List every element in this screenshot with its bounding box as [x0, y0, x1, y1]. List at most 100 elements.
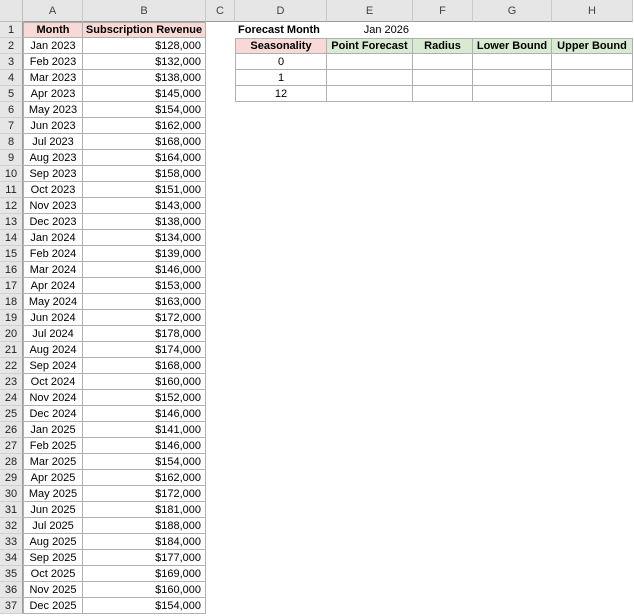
month-cell[interactable]: Apr 2024 [23, 278, 83, 294]
upper-bound-header[interactable]: Upper Bound [552, 38, 633, 54]
month-cell[interactable]: Feb 2023 [23, 54, 83, 70]
month-cell[interactable]: Sep 2024 [23, 358, 83, 374]
revenue-cell[interactable]: $141,000 [83, 422, 206, 438]
month-cell[interactable]: Oct 2023 [23, 182, 83, 198]
month-cell[interactable]: Feb 2024 [23, 246, 83, 262]
lower-bound-header[interactable]: Lower Bound [473, 38, 552, 54]
revenue-column-header[interactable]: Subscription Revenue [83, 22, 206, 38]
month-cell[interactable]: Feb 2025 [23, 438, 83, 454]
row-header-24[interactable]: 24 [0, 390, 23, 406]
column-header-b[interactable]: B [83, 0, 206, 22]
month-cell[interactable]: Jul 2023 [23, 134, 83, 150]
row-header-7[interactable]: 7 [0, 118, 23, 134]
revenue-cell[interactable]: $138,000 [83, 214, 206, 230]
month-cell[interactable]: Aug 2023 [23, 150, 83, 166]
revenue-cell[interactable]: $143,000 [83, 198, 206, 214]
month-cell[interactable]: Mar 2023 [23, 70, 83, 86]
seasonality-cell[interactable]: 12 [235, 86, 327, 102]
row-header-5[interactable]: 5 [0, 86, 23, 102]
revenue-cell[interactable]: $169,000 [83, 566, 206, 582]
revenue-cell[interactable]: $163,000 [83, 294, 206, 310]
revenue-cell[interactable]: $168,000 [83, 358, 206, 374]
revenue-cell[interactable]: $177,000 [83, 550, 206, 566]
column-header-g[interactable]: G [473, 0, 552, 22]
revenue-cell[interactable]: $164,000 [83, 150, 206, 166]
revenue-cell[interactable]: $174,000 [83, 342, 206, 358]
revenue-cell[interactable]: $158,000 [83, 166, 206, 182]
row-header-34[interactable]: 34 [0, 550, 23, 566]
forecast-empty-cell[interactable] [413, 54, 473, 70]
revenue-cell[interactable]: $172,000 [83, 310, 206, 326]
forecast-empty-cell[interactable] [552, 70, 633, 86]
revenue-cell[interactable]: $172,000 [83, 486, 206, 502]
column-header-c[interactable]: C [206, 0, 235, 22]
month-cell[interactable]: Jan 2024 [23, 230, 83, 246]
revenue-cell[interactable]: $162,000 [83, 470, 206, 486]
revenue-cell[interactable]: $151,000 [83, 182, 206, 198]
row-header-27[interactable]: 27 [0, 438, 23, 454]
row-header-16[interactable]: 16 [0, 262, 23, 278]
row-header-19[interactable]: 19 [0, 310, 23, 326]
row-header-31[interactable]: 31 [0, 502, 23, 518]
revenue-cell[interactable]: $184,000 [83, 534, 206, 550]
row-header-26[interactable]: 26 [0, 422, 23, 438]
month-cell[interactable]: Dec 2024 [23, 406, 83, 422]
row-header-32[interactable]: 32 [0, 518, 23, 534]
forecast-month-value[interactable]: Jan 2026 [327, 22, 413, 38]
seasonality-cell[interactable]: 0 [235, 54, 327, 70]
row-header-33[interactable]: 33 [0, 534, 23, 550]
row-header-22[interactable]: 22 [0, 358, 23, 374]
revenue-cell[interactable]: $162,000 [83, 118, 206, 134]
revenue-cell[interactable]: $178,000 [83, 326, 206, 342]
seasonality-header[interactable]: Seasonality [235, 38, 327, 54]
revenue-cell[interactable]: $132,000 [83, 54, 206, 70]
month-cell[interactable]: Nov 2024 [23, 390, 83, 406]
forecast-empty-cell[interactable] [327, 54, 413, 70]
forecast-empty-cell[interactable] [473, 54, 552, 70]
month-column-header[interactable]: Month [23, 22, 83, 38]
row-header-23[interactable]: 23 [0, 374, 23, 390]
month-cell[interactable]: Dec 2023 [23, 214, 83, 230]
row-header-3[interactable]: 3 [0, 54, 23, 70]
column-header-h[interactable]: H [552, 0, 633, 22]
seasonality-cell[interactable]: 1 [235, 70, 327, 86]
forecast-month-label[interactable]: Forecast Month [235, 22, 327, 38]
forecast-empty-cell[interactable] [413, 70, 473, 86]
revenue-cell[interactable]: $128,000 [83, 38, 206, 54]
revenue-cell[interactable]: $146,000 [83, 262, 206, 278]
month-cell[interactable]: Jul 2025 [23, 518, 83, 534]
row-header-12[interactable]: 12 [0, 198, 23, 214]
revenue-cell[interactable]: $134,000 [83, 230, 206, 246]
forecast-empty-cell[interactable] [552, 86, 633, 102]
revenue-cell[interactable]: $146,000 [83, 406, 206, 422]
revenue-cell[interactable]: $138,000 [83, 70, 206, 86]
row-header-28[interactable]: 28 [0, 454, 23, 470]
select-all-corner[interactable] [0, 0, 23, 22]
row-header-11[interactable]: 11 [0, 182, 23, 198]
revenue-cell[interactable]: $154,000 [83, 102, 206, 118]
revenue-cell[interactable]: $154,000 [83, 454, 206, 470]
row-header-9[interactable]: 9 [0, 150, 23, 166]
row-header-17[interactable]: 17 [0, 278, 23, 294]
month-cell[interactable]: May 2023 [23, 102, 83, 118]
row-header-37[interactable]: 37 [0, 598, 23, 614]
month-cell[interactable]: Sep 2025 [23, 550, 83, 566]
revenue-cell[interactable]: $160,000 [83, 374, 206, 390]
revenue-cell[interactable]: $188,000 [83, 518, 206, 534]
row-header-15[interactable]: 15 [0, 246, 23, 262]
row-header-2[interactable]: 2 [0, 38, 23, 54]
month-cell[interactable]: Nov 2025 [23, 582, 83, 598]
row-header-13[interactable]: 13 [0, 214, 23, 230]
month-cell[interactable]: May 2024 [23, 294, 83, 310]
forecast-empty-cell[interactable] [473, 70, 552, 86]
month-cell[interactable]: Oct 2025 [23, 566, 83, 582]
month-cell[interactable]: Mar 2024 [23, 262, 83, 278]
row-header-10[interactable]: 10 [0, 166, 23, 182]
forecast-empty-cell[interactable] [473, 86, 552, 102]
row-header-8[interactable]: 8 [0, 134, 23, 150]
month-cell[interactable]: Jun 2025 [23, 502, 83, 518]
row-header-35[interactable]: 35 [0, 566, 23, 582]
column-header-e[interactable]: E [327, 0, 413, 22]
revenue-cell[interactable]: $153,000 [83, 278, 206, 294]
month-cell[interactable]: May 2025 [23, 486, 83, 502]
